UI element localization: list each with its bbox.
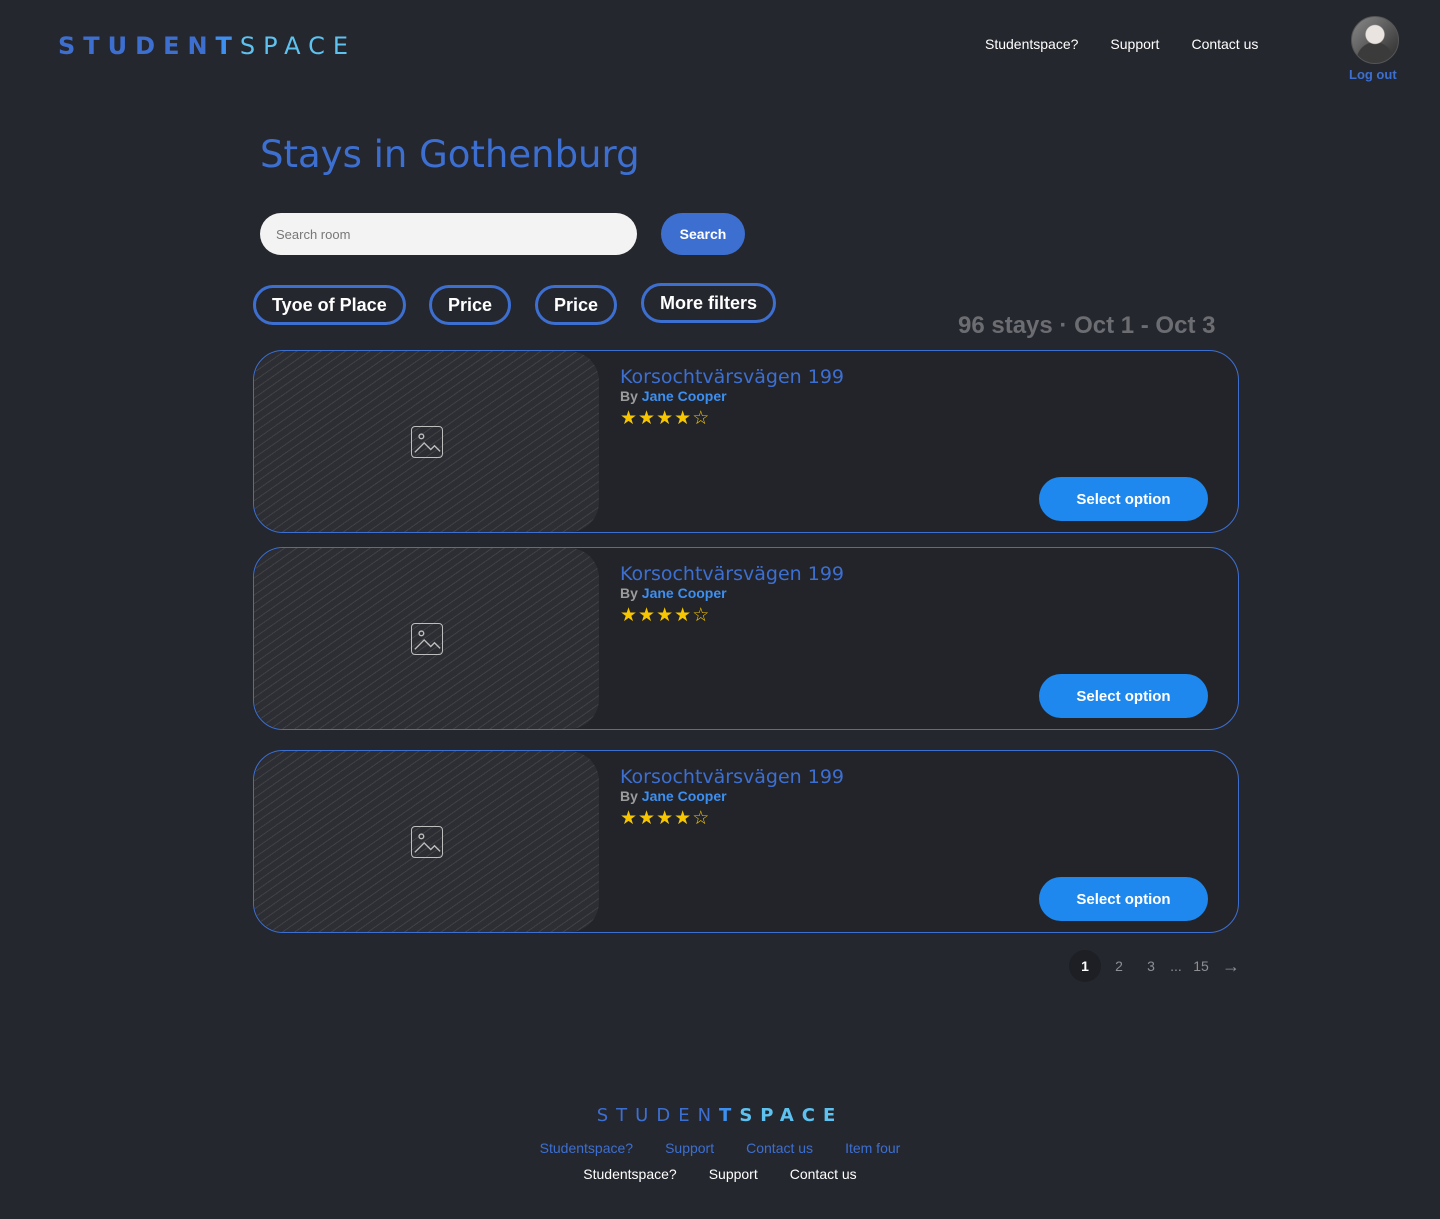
- footer-logo-part3: SPACE: [739, 1105, 844, 1126]
- footer-logo-part1: STUDEN: [596, 1105, 720, 1126]
- select-option-button[interactable]: Select option: [1039, 477, 1208, 521]
- logout-link[interactable]: Log out: [1349, 67, 1397, 82]
- select-option-button[interactable]: Select option: [1039, 674, 1208, 718]
- star-filled-icon: ★: [620, 408, 639, 429]
- host-name[interactable]: Jane Cooper: [642, 788, 727, 804]
- host-prefix: By: [620, 388, 638, 404]
- footer-links-secondary: Studentspace? Support Contact us: [0, 1166, 1440, 1182]
- footer-link-studentspace[interactable]: Studentspace?: [540, 1140, 633, 1156]
- logo[interactable]: STUDENTSPACE: [58, 32, 356, 60]
- footer-link-contact[interactable]: Contact us: [746, 1140, 813, 1156]
- star-filled-icon: ★: [674, 808, 693, 829]
- listing-title[interactable]: Korsochtvärsvägen 199: [620, 366, 844, 388]
- star-filled-icon: ★: [656, 408, 675, 429]
- host-prefix: By: [620, 585, 638, 601]
- footer-link-contact-2[interactable]: Contact us: [790, 1166, 857, 1182]
- image-icon: [410, 825, 443, 858]
- listing-title[interactable]: Korsochtvärsvägen 199: [620, 766, 844, 788]
- star-empty-icon: ☆: [692, 408, 711, 429]
- select-option-button[interactable]: Select option: [1039, 877, 1208, 921]
- footer-logo[interactable]: STUDENTSPACE: [0, 1105, 1440, 1126]
- star-rating: ★★★★☆: [620, 407, 710, 430]
- page-15[interactable]: 15: [1187, 950, 1215, 982]
- listing-image: [254, 351, 599, 532]
- listing-host: By Jane Cooper: [620, 388, 727, 404]
- listing-title[interactable]: Korsochtvärsvägen 199: [620, 563, 844, 585]
- page-2[interactable]: 2: [1105, 950, 1133, 982]
- logo-part2: T: [215, 32, 240, 60]
- pagination: 1 2 3 ... 15 →: [1069, 950, 1243, 982]
- star-empty-icon: ☆: [692, 605, 711, 626]
- host-name[interactable]: Jane Cooper: [642, 388, 727, 404]
- host-prefix: By: [620, 788, 638, 804]
- listing-image: [254, 751, 599, 932]
- star-filled-icon: ★: [674, 605, 693, 626]
- filter-price-1[interactable]: Price: [429, 285, 512, 325]
- image-icon: [410, 425, 443, 458]
- search-input[interactable]: [260, 213, 637, 255]
- nav-studentspace[interactable]: Studentspace?: [985, 36, 1078, 52]
- listing-card[interactable]: Korsochtvärsvägen 199 By Jane Cooper ★★★…: [253, 547, 1239, 730]
- listing-card[interactable]: Korsochtvärsvägen 199 By Jane Cooper ★★★…: [253, 750, 1239, 933]
- arrow-right-icon[interactable]: →: [1219, 956, 1243, 977]
- star-filled-icon: ★: [638, 808, 657, 829]
- page-title: Stays in Gothenburg: [260, 133, 640, 176]
- star-filled-icon: ★: [638, 605, 657, 626]
- top-nav: Studentspace? Support Contact us: [985, 36, 1258, 52]
- listing-host: By Jane Cooper: [620, 585, 727, 601]
- logo-part3: SPACE: [239, 32, 357, 60]
- page-3[interactable]: 3: [1137, 950, 1165, 982]
- footer-logo-part2: T: [719, 1105, 740, 1126]
- star-filled-icon: ★: [656, 808, 675, 829]
- star-filled-icon: ★: [620, 605, 639, 626]
- star-filled-icon: ★: [674, 408, 693, 429]
- filter-type-of-place[interactable]: Tyoe of Place: [253, 285, 406, 325]
- image-icon: [410, 622, 443, 655]
- footer-link-item-four[interactable]: Item four: [845, 1140, 900, 1156]
- star-rating: ★★★★☆: [620, 807, 710, 830]
- star-filled-icon: ★: [656, 605, 675, 626]
- user-avatar[interactable]: [1351, 16, 1399, 64]
- ellipsis: ...: [1170, 958, 1182, 974]
- filter-price-2[interactable]: Price: [535, 285, 618, 325]
- page-1[interactable]: 1: [1069, 950, 1101, 982]
- nav-contact[interactable]: Contact us: [1191, 36, 1258, 52]
- host-name[interactable]: Jane Cooper: [642, 585, 727, 601]
- stays-summary: 96 stays · Oct 1 - Oct 3: [958, 312, 1216, 339]
- star-rating: ★★★★☆: [620, 604, 710, 627]
- footer-link-support[interactable]: Support: [665, 1140, 714, 1156]
- nav-support[interactable]: Support: [1110, 36, 1159, 52]
- footer-links-primary: Studentspace? Support Contact us Item fo…: [0, 1140, 1440, 1156]
- star-empty-icon: ☆: [692, 808, 711, 829]
- filter-more[interactable]: More filters: [641, 283, 777, 323]
- footer-link-support-2[interactable]: Support: [709, 1166, 758, 1182]
- star-filled-icon: ★: [638, 408, 657, 429]
- listing-card[interactable]: Korsochtvärsvägen 199 By Jane Cooper ★★★…: [253, 350, 1239, 533]
- search-button[interactable]: Search: [661, 213, 745, 255]
- listing-image: [254, 548, 599, 729]
- star-filled-icon: ★: [620, 808, 639, 829]
- footer-link-studentspace-2[interactable]: Studentspace?: [583, 1166, 676, 1182]
- listing-host: By Jane Cooper: [620, 788, 727, 804]
- logo-part1: STUDEN: [58, 32, 216, 60]
